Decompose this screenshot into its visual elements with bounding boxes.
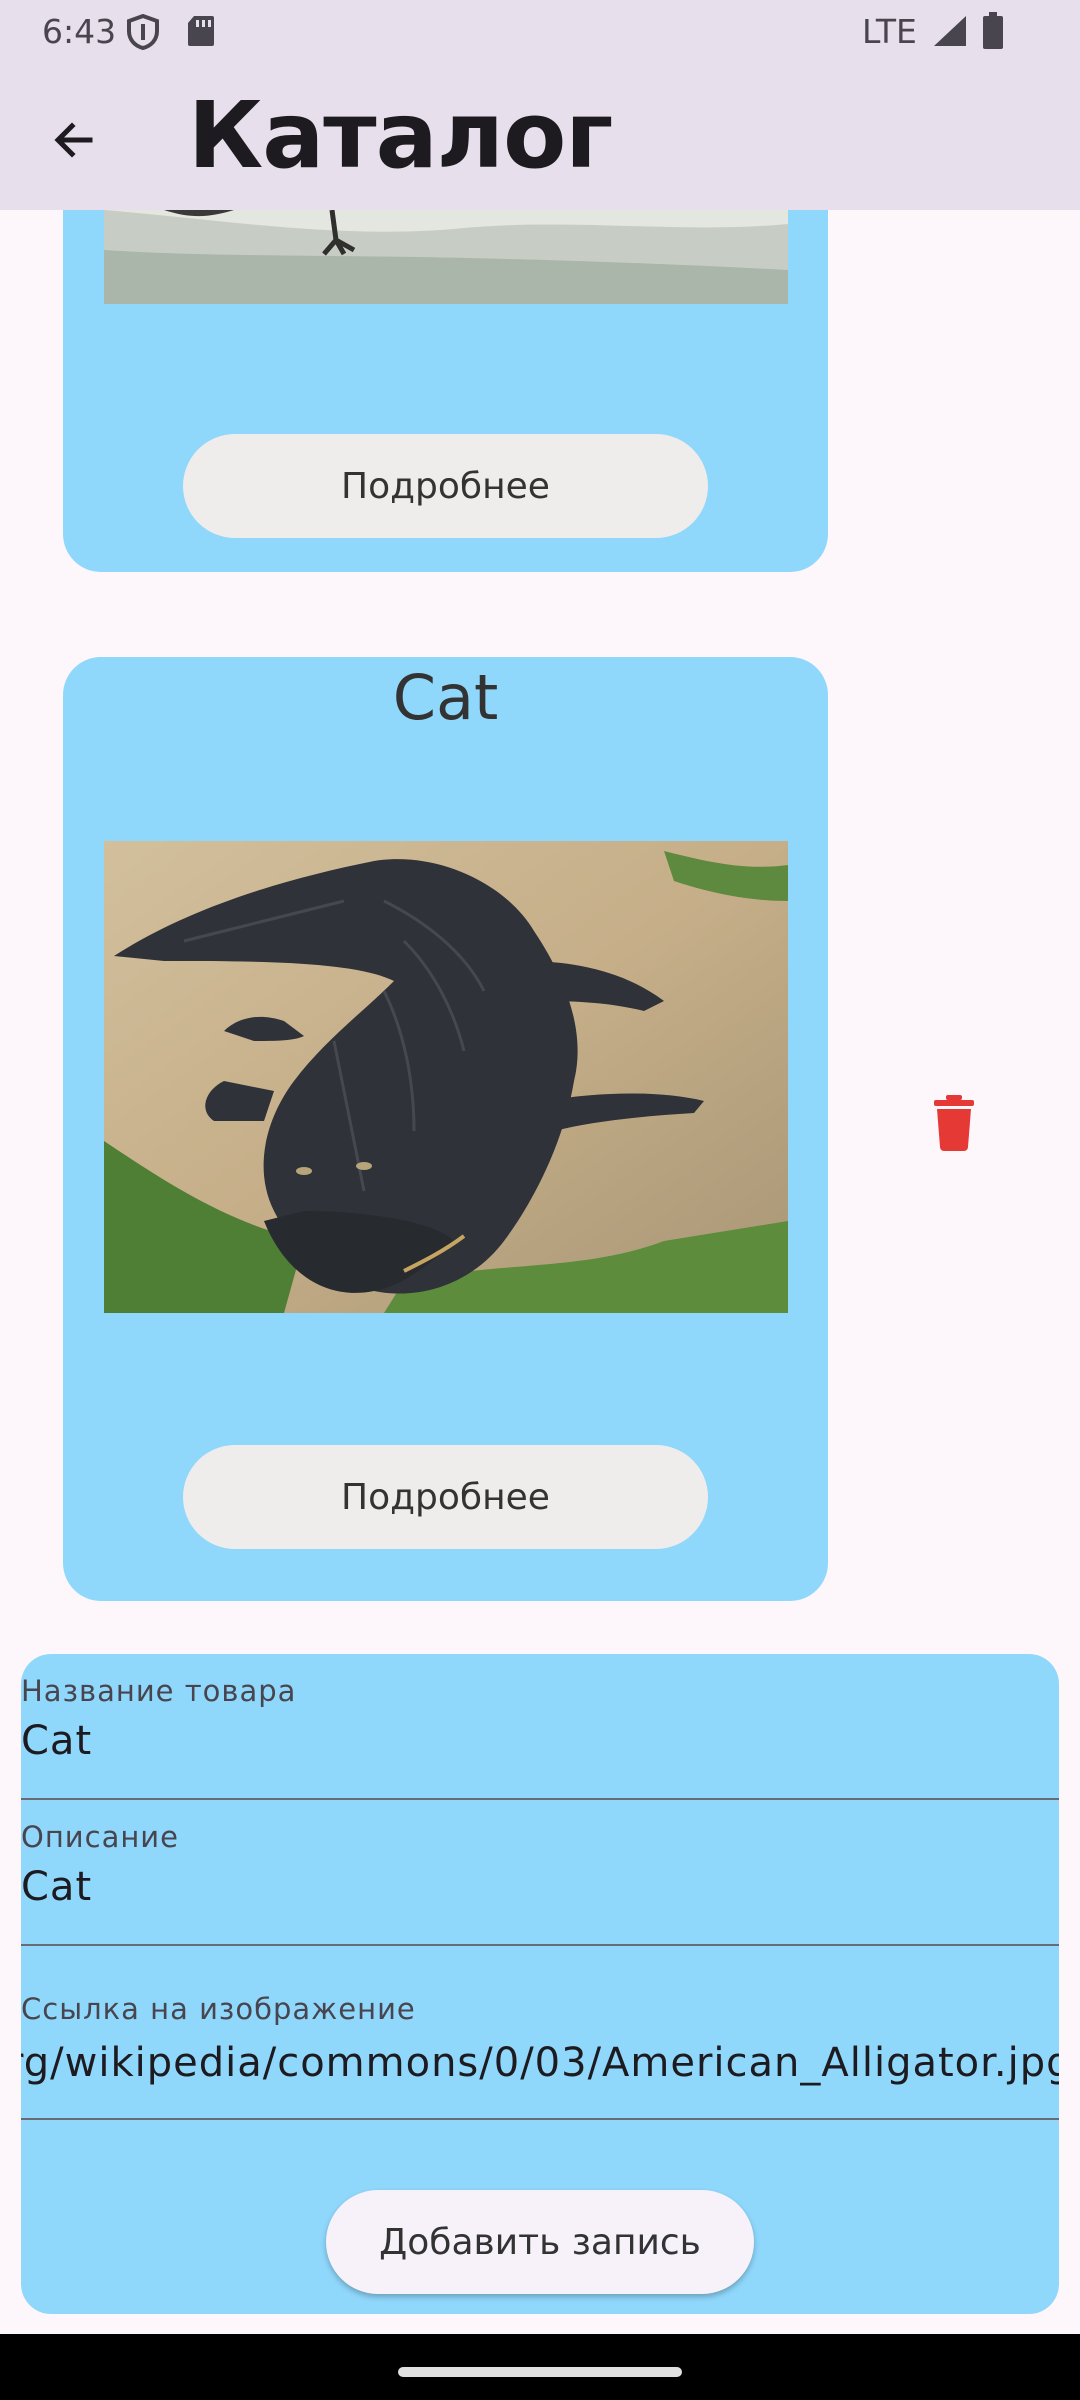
card-image [104, 210, 788, 304]
image-url-input[interactable]: rg/wikipedia/commons/0/03/American_Allig… [21, 2040, 1059, 2086]
sd-card-icon [186, 14, 216, 52]
product-name-label: Название товара [21, 1674, 297, 1708]
status-time: 6:43 [42, 12, 117, 51]
details-button[interactable]: Подробнее [183, 434, 708, 538]
card-image [104, 841, 788, 1313]
image-url-label: Ссылка на изображение [21, 1992, 416, 2026]
add-item-form: Название товара Cat Описание Cat Ссылка … [21, 1654, 1059, 2314]
details-button[interactable]: Подробнее [183, 1445, 708, 1549]
app-bar: Каталог [0, 62, 1080, 210]
signal-icon [932, 14, 968, 52]
catalog-card: Cat Подробнее [63, 657, 828, 1601]
description-input[interactable]: Cat [21, 1864, 92, 1910]
catalog-card: Подробнее [63, 210, 828, 572]
catalog-list[interactable]: Подробнее Cat Подробнее Название товара … [0, 210, 1080, 2334]
page-title: Каталог [188, 82, 613, 189]
shield-icon [126, 13, 160, 54]
battery-icon [982, 12, 1004, 54]
trash-icon [934, 1095, 974, 1151]
product-name-field[interactable]: Название товара Cat [21, 1654, 1059, 1800]
status-bar: 6:43 LTE [0, 0, 1080, 62]
add-record-button[interactable]: Добавить запись [326, 2190, 754, 2294]
description-field[interactable]: Описание Cat [21, 1800, 1059, 1946]
description-label: Описание [21, 1820, 179, 1854]
delete-button[interactable] [930, 1095, 978, 1151]
arrow-left-icon [54, 122, 93, 158]
image-url-field[interactable]: Ссылка на изображение rg/wikipedia/commo… [21, 1946, 1059, 2120]
product-name-input[interactable]: Cat [21, 1718, 92, 1764]
back-button[interactable] [40, 106, 108, 174]
card-title: Cat [392, 661, 499, 734]
network-type: LTE [862, 12, 917, 51]
home-gesture-handle[interactable] [398, 2367, 682, 2377]
navigation-bar [0, 2334, 1080, 2400]
